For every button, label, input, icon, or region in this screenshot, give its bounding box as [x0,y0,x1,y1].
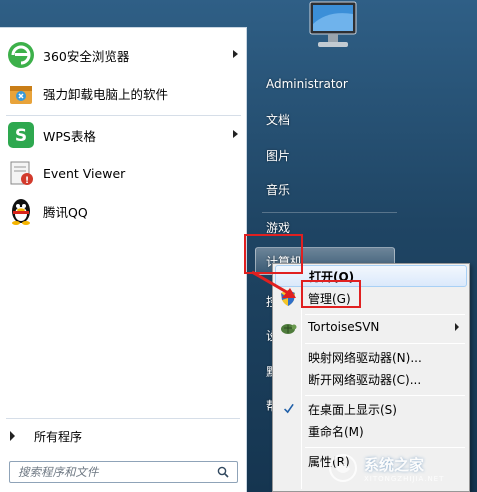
search-icon[interactable] [217,466,229,478]
watermark-text: 系统之家 [364,455,425,474]
uninstaller-icon [6,78,36,108]
tortoisesvn-icon [281,324,297,334]
music-link[interactable]: 音乐 [266,181,290,201]
menu-item-show-on-desktop[interactable]: 在桌面上显示(S) [275,398,467,420]
pictures-link[interactable]: 图片 [266,147,290,167]
search-field[interactable] [9,461,238,483]
menu-divider [305,395,465,396]
program-item-qq[interactable]: 腾讯QQ [0,192,247,230]
program-item-360-browser[interactable]: 360安全浏览器 [0,36,247,74]
qq-penguin-icon [6,196,36,226]
pinned-programs-list: 360安全浏览器 强力卸载电脑上的软件 S WPS表格 ! Event View… [0,36,247,230]
program-label: 360安全浏览器 [43,48,130,64]
svg-text:S: S [15,126,27,146]
checkmark-icon [284,403,294,414]
divider [6,418,240,419]
all-programs-label: 所有程序 [34,429,83,444]
triangle-right-icon [10,431,15,441]
program-label: Event Viewer [43,165,126,181]
program-label: 腾讯QQ [43,204,88,220]
menu-item-label: 映射网络驱动器(N)... [308,350,422,365]
annotation-arrow-icon [251,270,296,298]
annotation-box-manage [301,280,361,308]
menu-item-label: 在桌面上显示(S) [308,402,397,417]
watermark-emblem-icon [329,454,357,482]
browser-360-icon [6,40,36,70]
user-folder-link[interactable]: Administrator [266,77,348,97]
menu-item-rename[interactable]: 重命名(M) [275,420,467,442]
search-input[interactable] [18,465,208,479]
menu-divider [305,314,465,315]
menu-item-map-network-drive[interactable]: 映射网络驱动器(N)... [275,346,467,368]
wps-spreadsheet-icon: S [6,120,36,150]
menu-item-label: 重命名(M) [308,424,364,439]
event-viewer-icon: ! [6,158,36,188]
submenu-arrow-icon [233,50,238,58]
program-item-event-viewer[interactable]: ! Event Viewer [0,154,247,192]
menu-item-tortoisesvn[interactable]: TortoiseSVN [275,316,467,338]
program-label: WPS表格 [43,128,96,144]
watermark-logo: 系统之家 XITONGZHIJIA.NET [328,447,473,489]
program-label: 强力卸载电脑上的软件 [43,86,169,102]
submenu-arrow-icon [455,323,459,331]
program-item-wps[interactable]: S WPS表格 [0,116,247,154]
submenu-arrow-icon [233,130,238,138]
watermark-subtext: XITONGZHIJIA.NET [364,474,445,483]
watermark-text-block: 系统之家 XITONGZHIJIA.NET [364,454,444,483]
program-item-uninstaller[interactable]: 强力卸载电脑上的软件 [0,74,247,112]
menu-divider [305,343,465,344]
divider [262,212,397,213]
menu-item-label: TortoiseSVN [308,320,380,334]
all-programs-button[interactable]: 所有程序 [0,425,247,447]
menu-item-disconnect-network-drive[interactable]: 断开网络驱动器(C)... [275,368,467,390]
svg-text:!: ! [25,176,29,186]
programs-pane: 360安全浏览器 强力卸载电脑上的软件 S WPS表格 ! Event View… [0,27,247,492]
documents-link[interactable]: 文档 [266,111,290,131]
menu-item-label: 断开网络驱动器(C)... [308,372,422,387]
